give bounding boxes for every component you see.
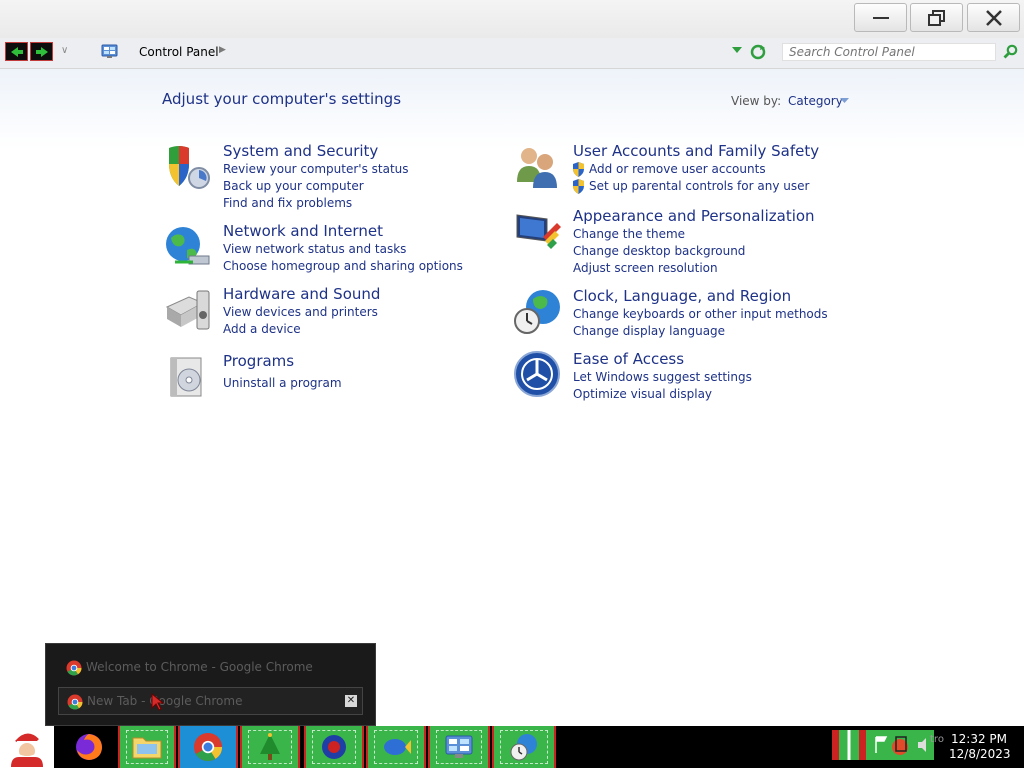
christmas-tree-icon xyxy=(260,733,280,760)
category-title[interactable]: Hardware and Sound xyxy=(223,285,380,303)
start-button[interactable] xyxy=(0,726,54,768)
link-uninstall-program[interactable]: Uninstall a program xyxy=(223,376,342,390)
link-keyboards[interactable]: Change keyboards or other input methods xyxy=(573,307,828,321)
address-bar: ∨ Control Panel ▶ xyxy=(0,38,1024,69)
ease-of-access-icon xyxy=(514,351,560,397)
taskbar-firefox[interactable] xyxy=(62,726,116,768)
clock-time[interactable]: 12:32 PM xyxy=(951,732,1007,746)
tray-icons[interactable] xyxy=(870,733,930,757)
close-button[interactable] xyxy=(967,3,1020,32)
globe-app-icon xyxy=(322,735,346,759)
clock-globe-icon xyxy=(514,290,560,334)
category-title[interactable]: User Accounts and Family Safety xyxy=(573,142,819,160)
shield-icon xyxy=(169,146,210,189)
control-panel-icon xyxy=(445,735,473,758)
view-by-label: View by: xyxy=(731,94,782,108)
thumbnail-window-item[interactable]: Welcome to Chrome - Google Chrome xyxy=(58,654,363,682)
page-heading: Adjust your computer's settings xyxy=(162,90,402,108)
fish-app-icon xyxy=(384,739,411,755)
link-change-theme[interactable]: Change the theme xyxy=(573,227,685,241)
category-title[interactable]: Network and Internet xyxy=(223,222,383,240)
category-title[interactable]: Clock, Language, and Region xyxy=(573,287,791,305)
category-title[interactable]: Appearance and Personalization xyxy=(573,207,815,225)
folder-icon xyxy=(132,737,162,759)
link-back-up[interactable]: Back up your computer xyxy=(223,179,364,193)
close-icon xyxy=(986,10,1002,26)
search-input[interactable] xyxy=(789,45,989,59)
system-tray xyxy=(866,730,934,760)
link-parental-controls[interactable]: Set up parental controls for any user xyxy=(589,179,809,193)
link-display-language[interactable]: Change display language xyxy=(573,324,725,338)
breadcrumb-chevron-icon[interactable]: ▶ xyxy=(219,45,226,55)
link-windows-suggest[interactable]: Let Windows suggest settings xyxy=(573,370,752,384)
content-header-gradient xyxy=(0,69,1024,149)
uac-shield-icon xyxy=(573,179,584,194)
thumbnail-close-button[interactable]: ✕ xyxy=(345,695,357,707)
users-icon xyxy=(517,148,557,188)
link-add-device[interactable]: Add a device xyxy=(223,322,301,336)
firefox-icon xyxy=(76,734,102,760)
search-icon[interactable] xyxy=(1003,44,1018,59)
link-find-fix-problems[interactable]: Find and fix problems xyxy=(223,196,352,210)
chrome-icon xyxy=(193,732,223,762)
category-title[interactable]: Programs xyxy=(223,352,294,370)
chrome-icon xyxy=(67,694,83,710)
link-optimize-display[interactable]: Optimize visual display xyxy=(573,387,712,401)
chrome-icon xyxy=(66,660,82,676)
tray-decoration xyxy=(832,730,866,760)
refresh-icon[interactable] xyxy=(750,44,766,60)
thumbnail-title: Welcome to Chrome - Google Chrome xyxy=(86,660,313,674)
taskbar-thumbnail-popup: Welcome to Chrome - Google Chrome New Ta… xyxy=(45,643,376,726)
link-devices-printers[interactable]: View devices and printers xyxy=(223,305,378,319)
taskbar: tro 12:32 PM 12/8/2023 xyxy=(0,726,1024,768)
minimize-button[interactable] xyxy=(854,3,907,32)
link-add-remove-accounts[interactable]: Add or remove user accounts xyxy=(589,162,766,176)
view-by-chevron-icon[interactable] xyxy=(840,98,849,104)
category-title[interactable]: Ease of Access xyxy=(573,350,684,368)
recent-pages-dropdown[interactable]: ∨ xyxy=(61,45,68,56)
link-review-status[interactable]: Review your computer's status xyxy=(223,162,409,176)
link-screen-resolution[interactable]: Adjust screen resolution xyxy=(573,261,718,275)
restore-icon xyxy=(928,10,945,26)
link-desktop-background[interactable]: Change desktop background xyxy=(573,244,745,258)
address-dropdown-icon[interactable] xyxy=(732,47,742,54)
printer-speaker-icon xyxy=(165,290,210,330)
link-homegroup[interactable]: Choose homegroup and sharing options xyxy=(223,259,463,273)
clock-globe-icon xyxy=(510,734,537,761)
tray-overflow-text: tro xyxy=(930,734,944,745)
clock-date[interactable]: 12/8/2023 xyxy=(949,747,1011,761)
window-title-bar xyxy=(0,0,1024,38)
link-network-status[interactable]: View network status and tasks xyxy=(223,242,406,256)
back-arrow-icon xyxy=(11,47,23,57)
control-panel-icon xyxy=(101,44,118,58)
thumbnail-window-item[interactable]: New Tab - Google Chrome ✕ xyxy=(58,687,363,715)
programs-disc-icon xyxy=(170,357,202,397)
breadcrumb-control-panel[interactable]: Control Panel xyxy=(139,45,219,59)
minimize-icon xyxy=(873,17,889,19)
taskbar-clock-region[interactable] xyxy=(492,726,556,768)
view-by-dropdown[interactable]: Category xyxy=(788,94,843,108)
taskbar-chrome[interactable] xyxy=(178,726,238,768)
category-title[interactable]: System and Security xyxy=(223,142,378,160)
monitor-palette-icon xyxy=(516,214,561,249)
back-button[interactable] xyxy=(5,42,28,61)
forward-button[interactable] xyxy=(30,42,53,61)
santa-icon xyxy=(11,733,44,767)
taskbar-app-fish[interactable] xyxy=(366,726,426,768)
taskbar-file-explorer[interactable] xyxy=(118,726,176,768)
forward-arrow-icon xyxy=(36,47,48,57)
uac-shield-icon xyxy=(573,162,584,177)
taskbar-app-globe[interactable] xyxy=(304,726,364,768)
restore-button[interactable] xyxy=(910,3,963,32)
taskbar-christmas-tree[interactable] xyxy=(240,726,300,768)
mouse-cursor-icon xyxy=(151,693,165,711)
search-box[interactable] xyxy=(782,43,996,61)
network-globe-icon xyxy=(166,227,210,265)
taskbar-control-panel[interactable] xyxy=(428,726,490,768)
